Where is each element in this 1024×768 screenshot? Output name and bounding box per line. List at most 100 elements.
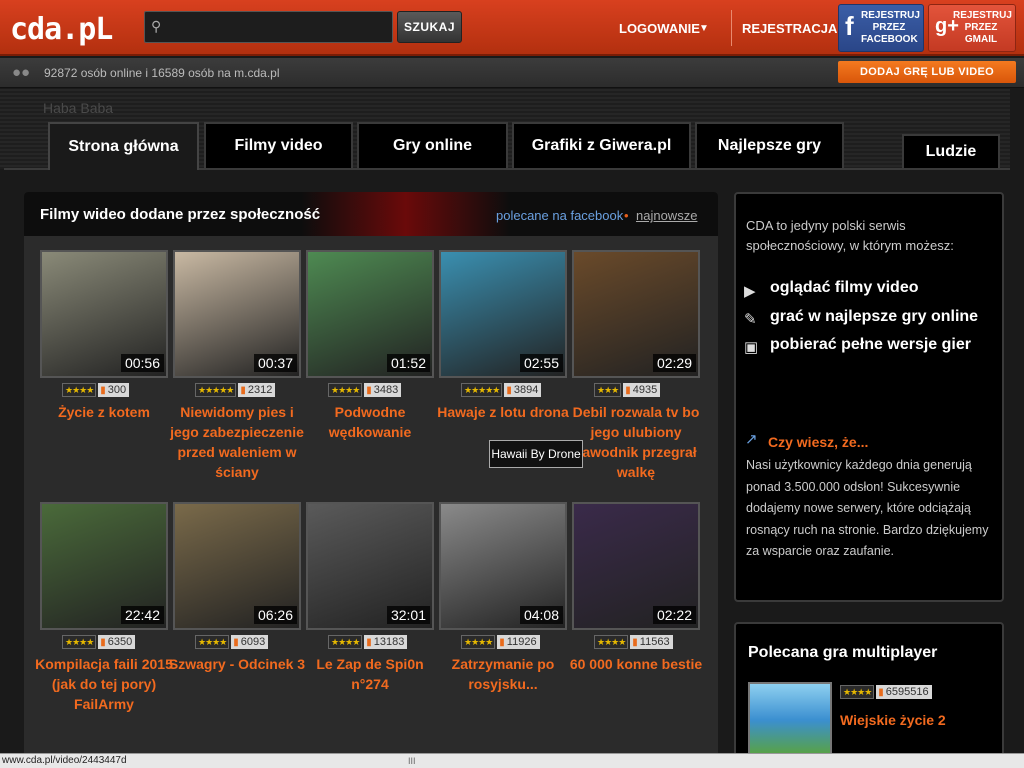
video-thumbnail[interactable]: 32:01 bbox=[306, 502, 434, 630]
video-views: 4935 bbox=[632, 384, 658, 396]
bar-chart-icon: ▮ bbox=[233, 637, 239, 648]
video-rating: ★★★★ ▮ 11926 bbox=[461, 634, 540, 650]
video-rating: ★★★★ ▮ 300 bbox=[62, 382, 130, 398]
game-views: 6595516 bbox=[885, 686, 929, 698]
facebook-recommended-link[interactable]: polecane na facebook bbox=[496, 208, 623, 223]
tab-people[interactable]: Ludzie bbox=[902, 134, 1000, 168]
video-title-link[interactable]: Hawaje z lotu drona bbox=[433, 402, 573, 422]
star-rating: ★★★★ bbox=[62, 635, 97, 649]
video-thumbnail[interactable]: 02:22 bbox=[572, 502, 700, 630]
video-duration: 00:37 bbox=[253, 354, 297, 372]
star-rating: ★★★★ bbox=[461, 635, 496, 649]
search-input[interactable]: ⚲ bbox=[144, 11, 393, 43]
did-you-know-title: Czy wiesz, że... bbox=[768, 434, 869, 450]
users-icon: ●● bbox=[12, 64, 31, 81]
video-icon: ▶ bbox=[744, 283, 756, 300]
bar-chart-icon: ▮ bbox=[625, 385, 631, 396]
tab-graphics[interactable]: Grafiki z Giwera.pl bbox=[512, 122, 691, 168]
video-rating: ★★★★ ▮ 11563 bbox=[594, 634, 673, 650]
bar-chart-icon: ▮ bbox=[506, 385, 512, 396]
header-separator bbox=[731, 10, 732, 46]
add-content-button[interactable]: DODAJ GRĘ LUB VIDEO bbox=[838, 61, 1016, 83]
video-views: 6350 bbox=[107, 636, 133, 648]
video-title-link[interactable]: Szwagry - Odcinek 3 bbox=[167, 654, 307, 674]
video-title-link[interactable]: 60 000 konne bestie bbox=[566, 654, 706, 674]
feature-video: oglądać filmy video bbox=[770, 279, 919, 296]
video-thumbnail[interactable]: 02:55 bbox=[439, 250, 567, 378]
video-duration: 22:42 bbox=[120, 606, 164, 624]
video-title-link[interactable]: Życie z kotem bbox=[34, 402, 174, 422]
vertical-scrollbar[interactable] bbox=[1010, 89, 1024, 753]
video-title-link[interactable]: Zatrzymanie po rosyjsku... bbox=[433, 654, 573, 694]
video-rating: ★★★ ▮ 4935 bbox=[594, 382, 661, 398]
video-rating: ★★★★ ▮ 13183 bbox=[328, 634, 408, 650]
status-url: www.cda.pl/video/2443447d bbox=[2, 755, 127, 766]
star-rating: ★★★★ bbox=[195, 635, 230, 649]
video-rating: ★★★★★ ▮ 3894 bbox=[461, 382, 542, 398]
tab-videos[interactable]: Filmy video bbox=[204, 122, 353, 168]
status-bar: www.cda.pl/video/2443447d III bbox=[0, 753, 1024, 768]
tab-home[interactable]: Strona główna bbox=[48, 122, 199, 170]
star-rating: ★★★★ bbox=[328, 383, 363, 397]
video-thumbnail[interactable]: 06:26 bbox=[173, 502, 301, 630]
star-rating: ★★★★ bbox=[328, 635, 363, 649]
star-rating: ★★★ bbox=[594, 383, 622, 397]
video-thumbnail[interactable]: 01:52 bbox=[306, 250, 434, 378]
video-title-link[interactable]: Niewidomy pies i jego zabezpieczenie prz… bbox=[167, 402, 307, 482]
star-rating: ★★★★★ bbox=[195, 383, 237, 397]
link-separator: • bbox=[624, 208, 629, 223]
chevron-down-icon[interactable]: ▼ bbox=[699, 23, 709, 34]
video-title-link[interactable]: Podwodne wędkowanie bbox=[300, 402, 440, 442]
video-views: 13183 bbox=[373, 636, 405, 648]
bar-chart-icon: ▮ bbox=[632, 637, 638, 648]
register-gmail-button[interactable]: g+ REJESTRUJ PRZEZ GMAIL bbox=[928, 4, 1016, 52]
video-duration: 00:56 bbox=[120, 354, 164, 372]
chart-icon: ↗ bbox=[745, 431, 758, 448]
tooltip: Hawaii By Drone bbox=[489, 440, 583, 468]
top-bar: cda.pL ⚲ SZUKAJ LOGOWANIE ▼ REJESTRACJA … bbox=[0, 0, 1024, 56]
recommended-game-title: Polecana gra multiplayer bbox=[748, 644, 938, 661]
online-counter: 92872 osób online i 16589 osób na m.cda.… bbox=[44, 66, 280, 80]
game-thumbnail[interactable] bbox=[748, 682, 832, 758]
video-title-link[interactable]: Le Zap de Spi0n n°274 bbox=[300, 654, 440, 694]
newest-link[interactable]: najnowsze bbox=[636, 208, 697, 223]
video-title-link[interactable]: Kompilacja faili 2015 (jak do tej pory) … bbox=[34, 654, 174, 714]
video-thumbnail[interactable]: 00:37 bbox=[173, 250, 301, 378]
horizontal-scroll-grip[interactable]: III bbox=[408, 756, 416, 766]
tab-games[interactable]: Gry online bbox=[357, 122, 508, 168]
did-you-know-text: Nasi użytkownicy każdego dnia generują p… bbox=[746, 458, 989, 558]
register-link[interactable]: REJESTRACJA bbox=[742, 21, 837, 36]
video-thumbnail[interactable]: 04:08 bbox=[439, 502, 567, 630]
game-name-link[interactable]: Wiejskie życie 2 bbox=[840, 712, 946, 728]
register-facebook-button[interactable]: f REJESTRUJ PRZEZ FACEBOOK bbox=[838, 4, 924, 52]
search-icon: ⚲ bbox=[151, 18, 162, 34]
video-views: 3483 bbox=[373, 384, 399, 396]
info-intro: CDA to jedyny polski serwis społeczności… bbox=[746, 218, 954, 253]
video-views: 11926 bbox=[506, 636, 537, 648]
bar-chart-icon: ▮ bbox=[366, 385, 372, 396]
video-rating: ★★★★ ▮ 6093 bbox=[195, 634, 269, 650]
video-duration: 01:52 bbox=[386, 354, 430, 372]
breadcrumb[interactable]: Haba Baba bbox=[43, 100, 113, 116]
video-duration: 02:29 bbox=[652, 354, 696, 372]
gmail-button-label: REJESTRUJ PRZEZ GMAIL bbox=[953, 10, 1012, 45]
tab-best-games[interactable]: Najlepsze gry bbox=[695, 122, 844, 168]
video-rating: ★★★★ ▮ 6350 bbox=[62, 634, 136, 650]
game-rating: ★★★★ ▮ 6595516 bbox=[840, 684, 932, 700]
search-button[interactable]: SZUKAJ bbox=[397, 11, 462, 43]
video-thumbnail[interactable]: 22:42 bbox=[40, 502, 168, 630]
video-duration: 02:22 bbox=[652, 606, 696, 624]
game-icon: ✎ bbox=[744, 311, 757, 328]
video-views: 11563 bbox=[639, 636, 670, 648]
feature-games: grać w najlepsze gry online bbox=[770, 308, 979, 325]
video-rating: ★★★★★ ▮ 2312 bbox=[195, 382, 276, 398]
facebook-icon: f bbox=[845, 11, 854, 41]
bar-chart-icon: ▮ bbox=[100, 385, 106, 396]
video-views: 3894 bbox=[513, 384, 539, 396]
video-thumbnail[interactable]: 02:29 bbox=[572, 250, 700, 378]
video-thumbnail[interactable]: 00:56 bbox=[40, 250, 168, 378]
video-title-link[interactable]: Debil rozwala tv bo jego ulubiony zawodn… bbox=[566, 402, 706, 482]
site-logo[interactable]: cda.pL bbox=[10, 12, 113, 47]
login-link[interactable]: LOGOWANIE bbox=[619, 21, 700, 36]
bar-chart-icon: ▮ bbox=[499, 637, 505, 648]
